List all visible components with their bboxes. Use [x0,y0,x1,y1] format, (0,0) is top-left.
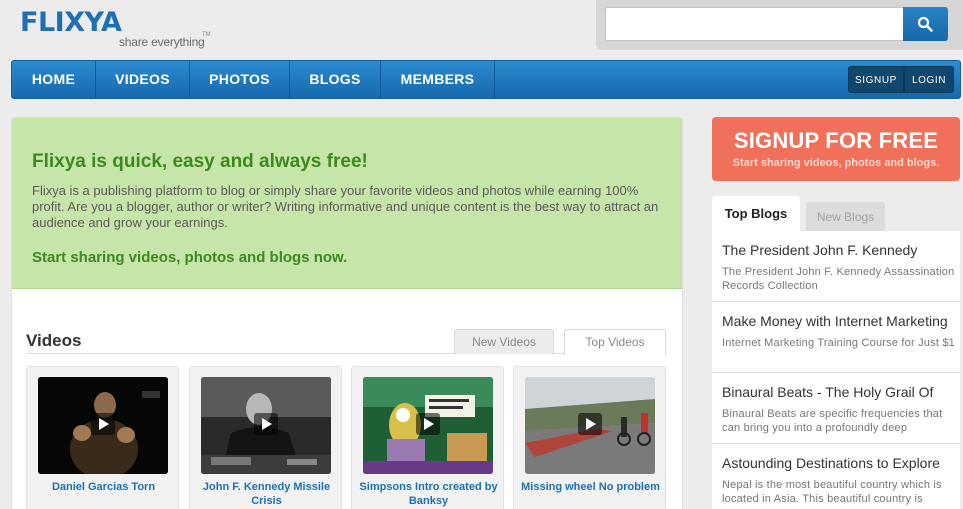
blog-title[interactable]: Binaural Beats - The Holy Grail Of [722,384,957,400]
nav-photos[interactable]: PHOTOS [190,61,290,98]
blog-excerpt: The President John F. Kennedy Assassinat… [722,266,955,292]
videos-heading: Videos [26,331,82,350]
play-icon [578,413,602,435]
blog-title[interactable]: Make Money with Internet Marketing [722,313,957,329]
play-icon [254,413,278,435]
play-icon [91,413,115,435]
logo-wordmark: FLIXYA [20,7,122,38]
blog-excerpt: Binaural Beats are specific frequencies … [722,408,943,434]
play-icon [416,413,440,435]
login-button[interactable]: LOGIN [904,66,954,93]
logo-tagline: share everything [119,35,205,49]
blog-excerpt: Internet Marketing Training Course for J… [722,337,955,349]
blog-title[interactable]: The President John F. Kennedy [722,242,957,258]
video-title[interactable]: Missing wheel No problem [518,480,663,494]
blog-item[interactable]: The President John F. Kennedy The Presid… [712,231,960,302]
signup-button[interactable]: SIGNUP [848,66,904,93]
video-thumbnail[interactable] [363,377,493,474]
start-sharing-link[interactable]: Start sharing videos, photos and blogs n… [32,249,347,266]
blog-item[interactable]: Make Money with Internet Marketing Inter… [712,302,960,373]
signup-promo-title: SIGNUP FOR FREE [733,128,939,153]
main-content: Flixya is quick, easy and always free! F… [11,117,683,509]
welcome-text: Flixya is a publishing platform to blog … [32,183,659,230]
video-title[interactable]: Daniel Garcias Torn [31,480,176,494]
nav-home[interactable]: HOME [12,61,96,98]
blog-item[interactable]: Binaural Beats - The Holy Grail Of Binau… [712,373,960,444]
search-bar [596,0,963,50]
tab-top-blogs[interactable]: Top Blogs [712,196,800,231]
tab-new-blogs[interactable]: New Blogs [806,202,885,232]
nav-members[interactable]: MEMBERS [381,61,495,98]
video-title[interactable]: Simpsons Intro created by Banksy [356,480,501,508]
video-thumbnail[interactable] [38,377,168,474]
flixya-logo[interactable]: FLIXYA share everything TM [20,7,220,50]
signup-promo[interactable]: SIGNUP FOR FREE Start sharing videos, ph… [712,117,960,181]
nav-blogs[interactable]: BLOGS [290,61,381,98]
tab-new-videos[interactable]: New Videos [454,329,554,354]
welcome-banner: Flixya is quick, easy and always free! F… [12,118,682,289]
video-thumbnail[interactable] [201,377,331,474]
tab-top-videos[interactable]: Top Videos [564,329,666,355]
video-thumbnail[interactable] [525,377,655,474]
search-icon [917,16,933,32]
nav-videos[interactable]: VIDEOS [96,61,190,98]
welcome-title: Flixya is quick, easy and always free! [32,151,368,172]
video-card[interactable]: Missing wheel No problem [513,366,666,509]
blog-item[interactable]: Astounding Destinations to Explore Nepal… [712,444,960,509]
video-card[interactable]: John F. Kennedy Missile Crisis [189,366,342,509]
video-card[interactable]: Simpsons Intro created by Banksy [351,366,504,509]
video-card[interactable]: Daniel Garcias Torn [26,366,179,509]
blog-excerpt: Nepal is the most beautiful country whic… [722,479,942,505]
video-title[interactable]: John F. Kennedy Missile Crisis [194,480,339,508]
search-input[interactable] [605,7,903,41]
blog-list: The President John F. Kennedy The Presid… [712,231,960,509]
signup-promo-subtitle: Start sharing videos, photos and blogs. [732,157,940,169]
main-navigation: HOME VIDEOS PHOTOS BLOGS MEMBERS SIGNUP … [11,60,961,99]
logo-trademark: TM [202,32,211,38]
blog-title[interactable]: Astounding Destinations to Explore [722,455,957,471]
search-button[interactable] [903,7,948,41]
